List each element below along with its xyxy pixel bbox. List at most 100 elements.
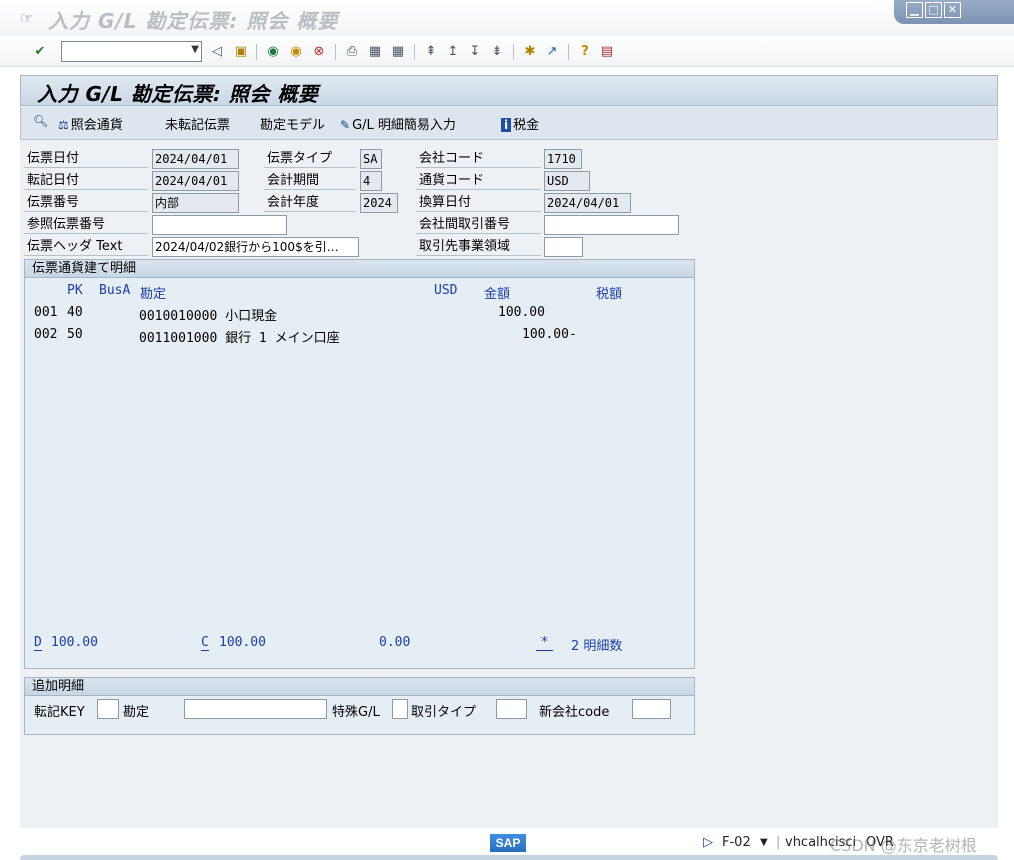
additional-items-title: 追加明細 [25, 678, 694, 696]
chevron-down-icon[interactable]: ▼ [760, 837, 768, 848]
exit-icon[interactable]: ◉ [287, 43, 305, 61]
first-page-icon[interactable]: ⇞ [422, 43, 440, 61]
column-pk: PK [67, 283, 83, 298]
help-icon[interactable]: ? [576, 43, 594, 61]
intercompany-label: 会社間取引番号 [416, 215, 541, 234]
find-next-icon[interactable]: ▦ [389, 43, 407, 61]
currency-field[interactable]: USD [544, 171, 590, 191]
reference-label: 参照伝票番号 [24, 215, 148, 234]
row-amount: 100.00- [522, 327, 577, 342]
account-field[interactable] [184, 699, 327, 719]
window-title: 入力 G/L 勘定伝票: 照会 概要 [48, 9, 339, 33]
watermark: CSDN @东京老树根 [830, 836, 977, 855]
print-icon[interactable]: ⎙ [343, 43, 361, 61]
header-text-field[interactable]: 2024/04/02銀行から100$を引… [152, 237, 359, 257]
column-account: 勘定 [140, 287, 167, 302]
posting-key-label: 転記KEY [34, 705, 85, 720]
new-company-label: 新会社code [539, 705, 610, 720]
cancel-icon[interactable]: ⊗ [310, 43, 328, 61]
line-count: 2 明細数 [571, 639, 623, 654]
posting-date-label: 転記日付 [24, 171, 148, 190]
page-title: 入力 G/L 勘定伝票: 照会 概要 [37, 82, 319, 106]
doc-type-field[interactable]: SA [360, 149, 382, 169]
next-page-icon[interactable]: ↧ [466, 43, 484, 61]
back-icon[interactable]: ◁ [208, 43, 226, 61]
intercompany-field[interactable] [544, 215, 679, 235]
debit-total: 100.00 [51, 635, 98, 650]
company-code-label: 会社コード [416, 149, 541, 168]
header-text-label: 伝票ヘッダ Text [24, 237, 148, 256]
minimize-button[interactable]: ▁ [906, 2, 923, 18]
enter-icon[interactable]: ✔ [31, 43, 49, 61]
doc-type-label: 伝票タイプ [264, 149, 356, 168]
row-account[interactable]: 0011001000 銀行 1 メイン口座 [139, 327, 340, 346]
status-indicator: * [536, 635, 553, 651]
maximize-button[interactable]: □ [925, 2, 942, 18]
account-label: 勘定 [123, 705, 150, 720]
prev-page-icon[interactable]: ↥ [444, 43, 462, 61]
row-account[interactable]: 0010010000 小口現金 [139, 305, 277, 324]
posting-key-field[interactable] [97, 699, 119, 719]
doc-date-label: 伝票日付 [24, 149, 148, 168]
account-model-button[interactable]: 勘定モデル [260, 114, 325, 133]
currency-label: 通貨コード [416, 171, 541, 190]
window-controls: ▁ □ ✕ [894, 0, 1014, 24]
row-amount: 100.00 [498, 305, 545, 320]
balance-total: 0.00 [379, 635, 411, 650]
last-page-icon[interactable]: ⇟ [488, 43, 506, 61]
layout-icon[interactable]: ▤ [598, 43, 616, 61]
doc-date-field[interactable]: 2024/04/01 [152, 149, 239, 169]
bottom-edge [20, 855, 998, 860]
column-tax: 税額 [596, 287, 623, 302]
play-icon[interactable]: ▷ [703, 835, 713, 850]
new-company-field[interactable] [632, 699, 671, 719]
application-header: 入力 G/L 勘定伝票: 照会 概要 [20, 75, 998, 106]
row-pk: 40 [67, 305, 83, 320]
column-currency: USD [434, 283, 458, 298]
save-icon[interactable]: ▣ [232, 43, 250, 61]
find-icon[interactable]: ▦ [366, 43, 384, 61]
items-group-title: 伝票通貨建て明細 [25, 260, 694, 278]
row-number: 001 [34, 305, 58, 320]
edit-icon: ✎ [340, 118, 351, 132]
shortcut-icon[interactable]: ↗ [543, 43, 561, 61]
new-session-icon[interactable]: ✱ [521, 43, 539, 61]
company-code-field[interactable]: 1710 [544, 149, 582, 169]
document-overview-button[interactable]: 🔍︎ [33, 114, 50, 129]
debit-label: D [34, 635, 42, 651]
fiscal-year-label: 会計年度 [264, 193, 356, 212]
back-nav-icon[interactable]: ◉ [264, 43, 282, 61]
info-icon: i [501, 118, 512, 132]
application-toolbar: 🔍︎ ⚖ 照会通貨 未転記伝票 勘定モデル ✎ G/L 明細簡易入力 i 税金 [20, 107, 998, 140]
park-document-button[interactable]: 未転記伝票 [165, 114, 230, 133]
doc-number-field[interactable]: 内部 [152, 193, 239, 213]
display-currency-button[interactable]: ⚖ 照会通貨 [58, 114, 123, 133]
gl-fast-entry-button[interactable]: ✎ G/L 明細簡易入力 [340, 114, 456, 133]
credit-total: 100.00 [219, 635, 266, 650]
chevron-down-icon[interactable]: ▼ [191, 44, 199, 55]
translation-date-label: 換算日付 [416, 193, 541, 212]
translation-date-field[interactable]: 2024/04/01 [544, 193, 631, 213]
row-pk: 50 [67, 327, 83, 342]
items-group: 伝票通貨建て明細 PK BusA 勘定 USD 金額 税額 001 40 001… [24, 259, 695, 669]
special-gl-field[interactable] [392, 699, 408, 719]
trading-partner-field[interactable] [544, 237, 583, 257]
fiscal-year-field[interactable]: 2024 [360, 193, 398, 213]
transaction-type-field[interactable] [496, 699, 527, 719]
command-field[interactable]: ▼ [61, 41, 202, 62]
window-menu-icon[interactable]: ☞ [20, 9, 33, 27]
standard-toolbar: ✔ ▼ ◁ ▣ ◉ ◉ ⊗ ⎙ ▦ ▦ ⇞ ↥ ↧ ⇟ ✱ ↗ ? ▤ [0, 37, 1014, 67]
taxes-button[interactable]: i 税金 [501, 114, 539, 133]
reference-field[interactable] [152, 215, 287, 235]
transaction-type-label: 取引タイプ [411, 705, 477, 720]
close-button[interactable]: ✕ [944, 2, 961, 18]
period-field[interactable]: 4 [360, 171, 382, 191]
transaction-code[interactable]: F-02 [722, 835, 751, 850]
additional-items-group: 追加明細 転記KEY 勘定 特殊G/L 取引タイプ 新会社code [24, 677, 695, 735]
trading-partner-label: 取引先事業領域 [416, 237, 541, 256]
period-label: 会計期間 [264, 171, 356, 190]
column-amount: 金額 [484, 287, 511, 302]
posting-date-field[interactable]: 2024/04/01 [152, 171, 239, 191]
credit-label: C [201, 635, 209, 651]
sap-logo: SAP [490, 834, 526, 852]
